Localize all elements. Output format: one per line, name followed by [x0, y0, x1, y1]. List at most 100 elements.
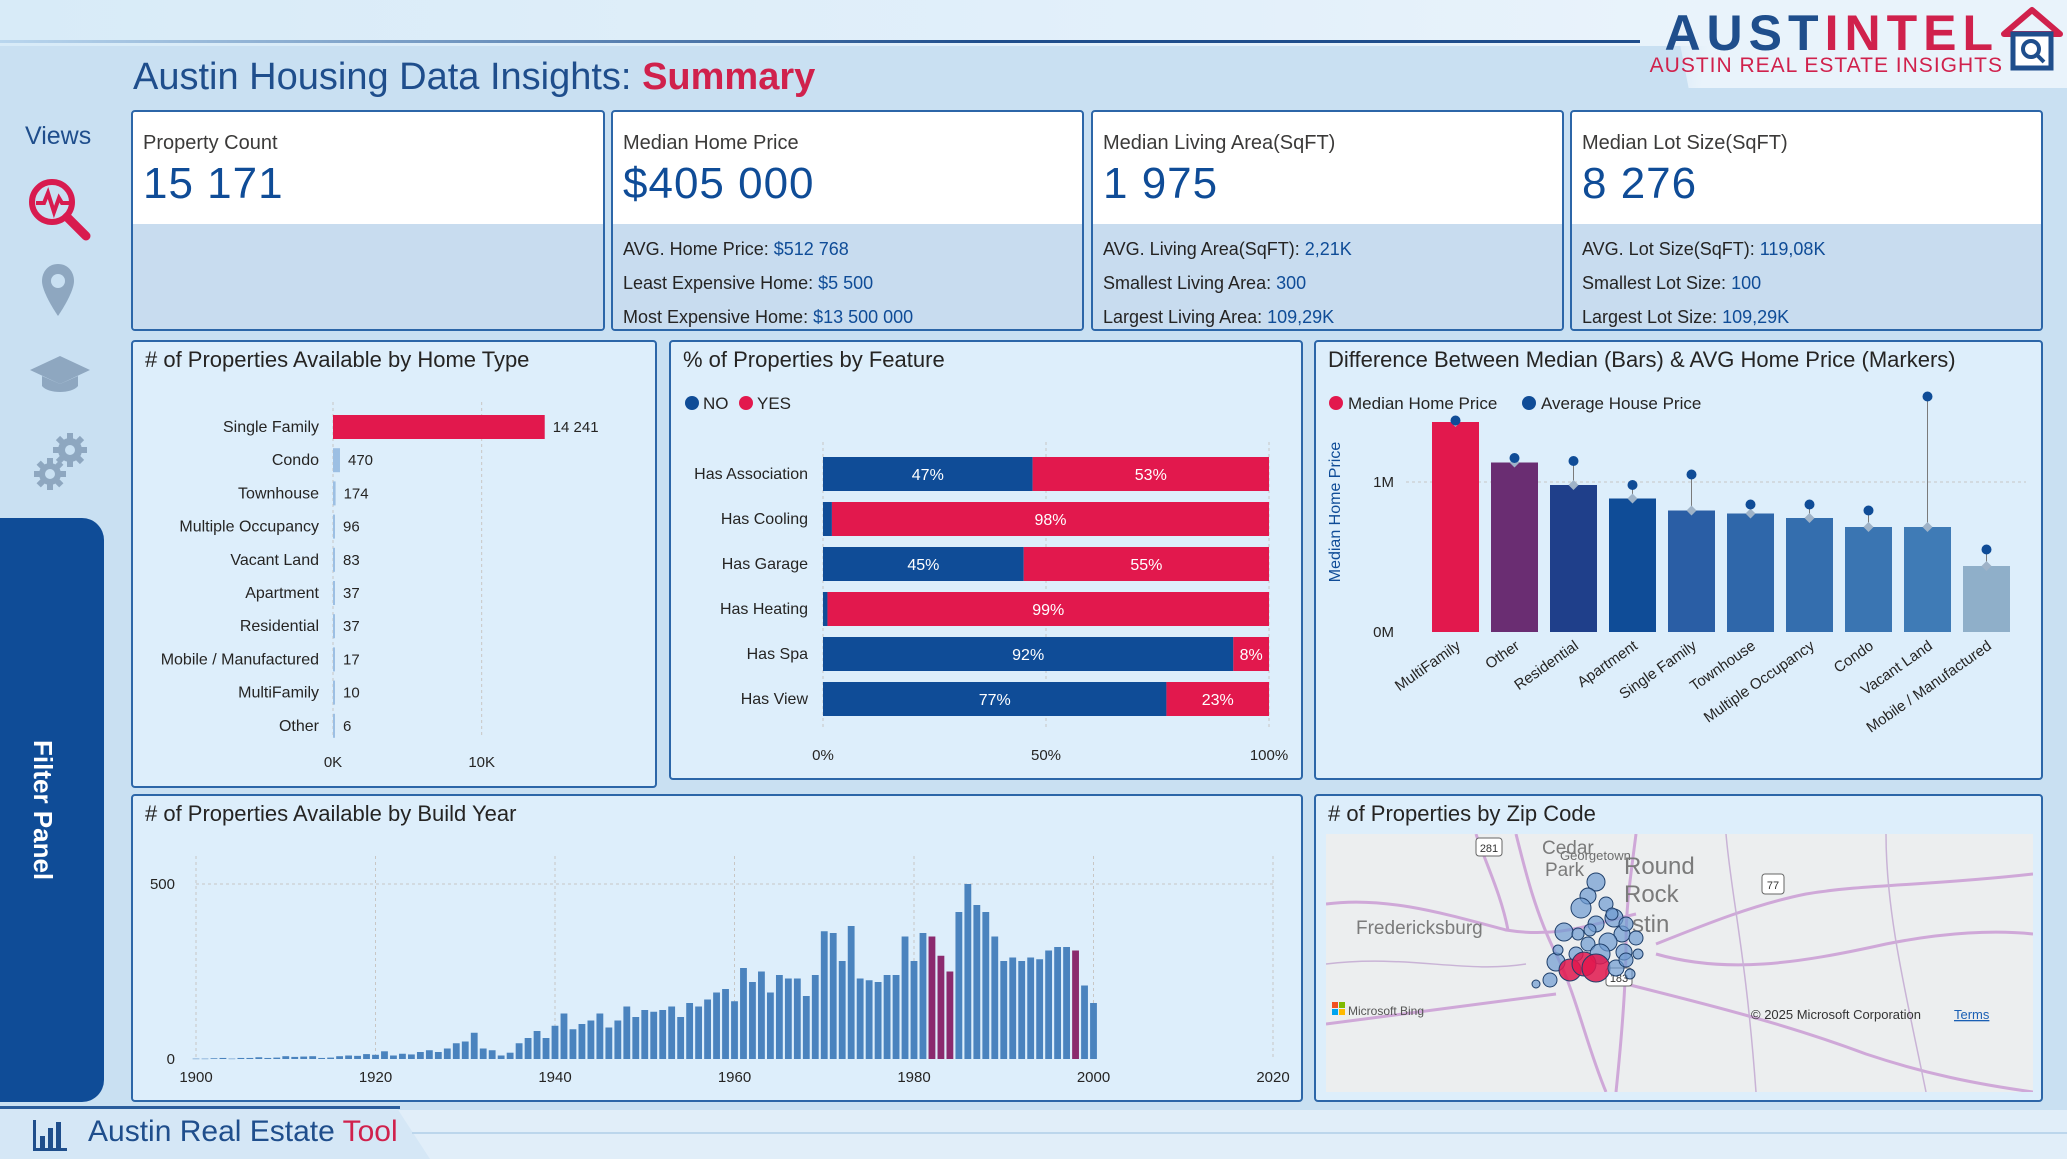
panel-title: Difference Between Median (Bars) & AVG H…: [1328, 347, 1956, 372]
bar-chart-icon: [33, 1120, 67, 1151]
bar: [1090, 1003, 1097, 1059]
bar: [1072, 950, 1079, 1059]
bar: [605, 1027, 613, 1059]
bar: [551, 1025, 559, 1059]
bar: [722, 989, 729, 1059]
median-vs-average-chart-panel[interactable]: Median Home Price Average House Price Medi…: [1314, 340, 2043, 780]
logo-word-blue: AUST: [1664, 5, 1825, 61]
analytics-magnifier-icon[interactable]: [26, 176, 92, 242]
average-marker: [1450, 415, 1461, 426]
bar: [452, 1043, 460, 1059]
category-label: Has Association: [694, 466, 808, 483]
build-year-chart-panel[interactable]: 0 500 1900 1920 1940 1960 1980 2000 2020 # of Pr…: [131, 794, 1303, 1102]
bar: [847, 926, 855, 1059]
highway-shield-icon: 77: [1761, 873, 1785, 895]
data-label: 17: [343, 651, 360, 668]
bar-median: [1432, 422, 1479, 632]
kpi-details: AVG. Home Price: $512 768 Least Expensiv…: [613, 224, 1082, 329]
data-label: 23%: [1202, 692, 1234, 709]
bar: [524, 1038, 532, 1059]
zip-bubble[interactable]: [1552, 944, 1564, 956]
bar: [1063, 947, 1070, 1059]
zip-bubble[interactable]: [1583, 923, 1597, 937]
kpi-label: Median Living Area(SqFT): [1103, 132, 1336, 154]
bar: [228, 1058, 236, 1060]
bar: [416, 1052, 424, 1059]
feature-chart-panel[interactable]: NO YES Has Association 47% 53% Has Cooling 98%…: [669, 340, 1303, 780]
tick-label: 1980: [897, 1069, 930, 1086]
feature-stacked-bar-chart: NO YES Has Association 47% 53% Has Cooling 98%…: [685, 394, 1288, 764]
zip-bubble[interactable]: [1581, 953, 1611, 983]
kpi-card-median-living-area[interactable]: Median Living Area(SqFT) 1 975 AVG. Livi…: [1091, 110, 1564, 331]
kpi-detail-key: Most Expensive Home:: [623, 307, 814, 327]
bar: [533, 1031, 541, 1059]
zip-bubble[interactable]: [1570, 897, 1592, 919]
map-terms-link[interactable]: Terms: [1954, 1007, 1990, 1022]
kpi-card-property-count[interactable]: Property Count 15 171: [131, 110, 605, 331]
bar: [874, 982, 882, 1059]
zip-bubble[interactable]: [1618, 916, 1634, 932]
bar: [901, 936, 909, 1059]
category-label: Townhouse: [238, 485, 319, 502]
zip-bubble[interactable]: [1542, 972, 1558, 988]
filter-panel-button[interactable]: Filter Panel: [0, 518, 104, 1102]
data-label: 96: [343, 519, 360, 536]
zip-bubble[interactable]: [1605, 907, 1619, 921]
kpi-detail-value: $512 768: [773, 239, 849, 259]
bar: [587, 1020, 595, 1059]
data-label: 92%: [1012, 647, 1044, 664]
y-axis-label: Median Home Price: [1327, 442, 1344, 583]
kpi-detail-key: AVG. Living Area(SqFT):: [1103, 239, 1305, 259]
bar: [264, 1057, 272, 1059]
bar: [632, 1017, 640, 1059]
tick-label: 2020: [1256, 1069, 1289, 1086]
bar-no: [823, 592, 828, 626]
kpi-label: Property Count: [143, 132, 278, 154]
page-title-accent: Summary: [642, 56, 816, 98]
tick-label: 1920: [359, 1069, 392, 1086]
data-label: 77%: [979, 692, 1011, 709]
gears-icon[interactable]: [32, 430, 92, 494]
bar-median: [1491, 462, 1538, 632]
bar: [659, 1010, 667, 1059]
bar: [291, 1056, 299, 1059]
kpi-value: 1 975: [1103, 159, 1219, 208]
kpi-card-median-home-price[interactable]: Median Home Price $405 000 AVG. Home Pri…: [611, 110, 1084, 331]
zip-bubble[interactable]: [1618, 952, 1634, 968]
kpi-card-median-lot-size[interactable]: Median Lot Size(SqFT) 8 276 AVG. Lot Siz…: [1570, 110, 2043, 331]
zip-bubble[interactable]: [1624, 968, 1636, 980]
bar: [614, 1020, 622, 1059]
bar: [677, 1017, 685, 1059]
footer-title-accent: Tool: [342, 1115, 398, 1148]
map-label: Fredericksburg: [1356, 918, 1483, 939]
category-label: Residential: [240, 618, 319, 635]
data-label: 99%: [1032, 602, 1064, 619]
zip-bubble[interactable]: [1632, 948, 1644, 960]
zip-bubble[interactable]: [1531, 979, 1541, 989]
zip-map[interactable]: Georgetown Cedar Park Round Rock Frederi…: [1326, 834, 2033, 1092]
zip-bubble[interactable]: [1628, 930, 1644, 946]
zip-bubble[interactable]: [1571, 927, 1585, 941]
bar: [363, 1054, 370, 1059]
bar: [333, 514, 335, 539]
bar: [641, 1010, 649, 1059]
category-label: Has View: [741, 691, 809, 708]
graduation-cap-icon[interactable]: [28, 352, 92, 396]
bar: [372, 1054, 379, 1059]
category-label: Condo: [1831, 637, 1877, 676]
bar: [686, 1003, 694, 1059]
category-label: Other: [1482, 637, 1522, 672]
bar: [354, 1055, 361, 1059]
home-type-bar-chart: Single Family 14 241 Condo 470 Townhouse 174 M…: [161, 402, 599, 771]
kpi-detail-value: 2,21K: [1304, 239, 1352, 259]
data-label: 37: [343, 585, 360, 602]
zip-bubble[interactable]: [1554, 922, 1574, 942]
zip-code-map-panel[interactable]: # of Properties by Zip Code Georgetown C…: [1314, 794, 2043, 1102]
map-pin-icon[interactable]: [40, 262, 76, 318]
home-type-chart-panel[interactable]: Single Family 14 241 Condo 470 Townhouse 174 M…: [131, 340, 657, 788]
bar: [506, 1052, 514, 1059]
bar-median: [1904, 527, 1951, 632]
kpi-detail-line: Least Expensive Home: $5 500: [623, 266, 1072, 300]
footer-divider: [412, 1132, 2067, 1134]
bar: [883, 975, 891, 1059]
